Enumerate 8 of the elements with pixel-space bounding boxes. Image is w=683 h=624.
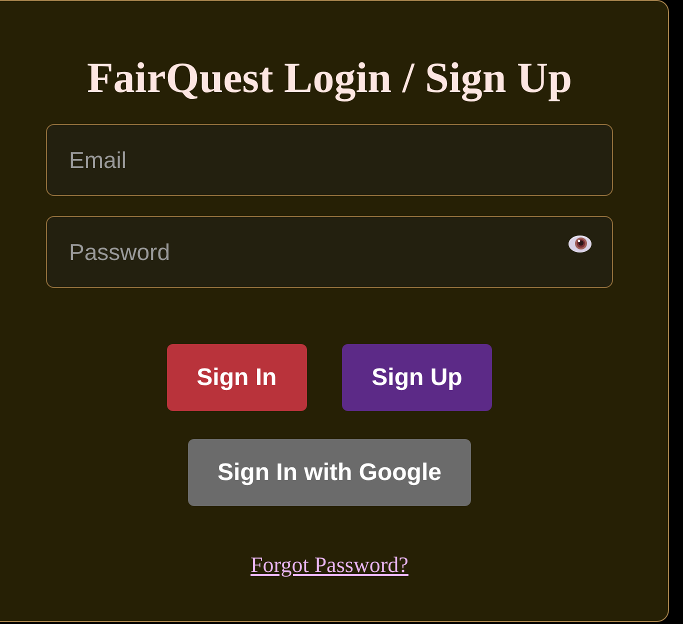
action-button[interactable]: Sign In (166, 344, 307, 411)
email-field[interactable]: Email (46, 124, 613, 196)
password-field[interactable]: Password (46, 216, 613, 288)
page-title: FairQuest Login / Sign Up (86, 54, 572, 103)
forgot-password-link[interactable]: Forgot Password? (250, 548, 408, 581)
action-button[interactable]: Sign In with Google (188, 439, 472, 506)
action-button[interactable]: Sign Up (342, 344, 492, 411)
eye-icon[interactable] (568, 235, 592, 253)
